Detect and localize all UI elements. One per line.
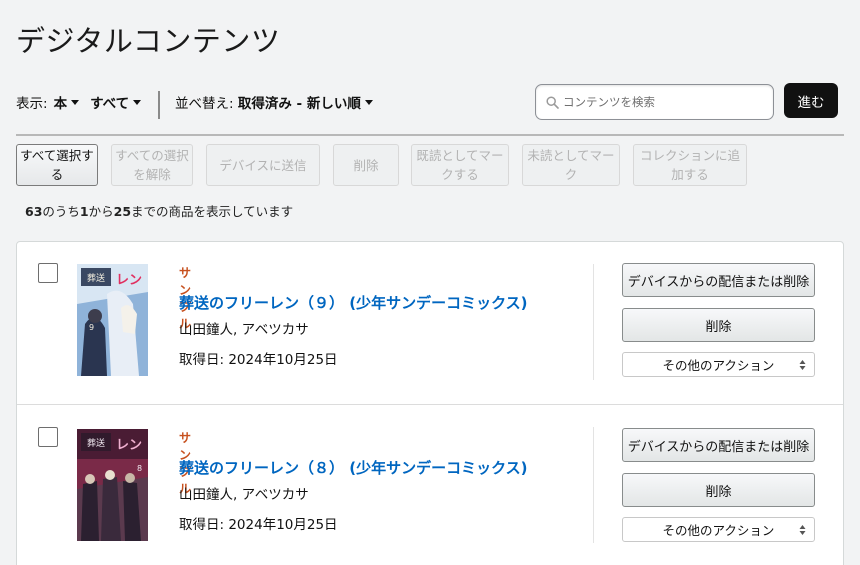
book-title-link[interactable]: 葬送のフリーレン（８） (少年サンデーコミックス) xyxy=(179,457,528,478)
display-label: 表示: xyxy=(16,96,48,112)
sort-dropdown[interactable]: 並べ替え: 取得済み - 新しい順 xyxy=(175,92,373,112)
select-all-button[interactable]: すべて選択する xyxy=(16,144,98,186)
content-row: 葬送 レン 9 サンプル 葬送のフリーレン（９） (少年サンデーコミックス) 山… xyxy=(17,242,843,404)
row-checkbox[interactable] xyxy=(38,427,58,447)
svg-text:8: 8 xyxy=(137,464,142,473)
content-row: 葬送 レン 8 サンプル 葬送のフリーレン（８） (少年サンデーコミックス) 山… xyxy=(17,404,843,565)
cover-art-image: 葬送 レン 9 xyxy=(77,264,148,376)
book-authors: 山田鐘人, アベツカサ xyxy=(179,322,309,338)
mark-unread-button[interactable]: 未読としてマーク xyxy=(522,144,620,186)
acquired-date: 取得日: 2024年10月25日 xyxy=(179,517,338,533)
book-title-link[interactable]: 葬送のフリーレン（９） (少年サンデーコミックス) xyxy=(179,292,528,313)
remove-from-device-button[interactable]: デバイスからの配信または削除 xyxy=(622,263,815,297)
delete-button[interactable]: 削除 xyxy=(622,473,815,507)
bulk-delete-button[interactable]: 削除 xyxy=(333,144,399,186)
more-actions-select[interactable]: その他のアクション xyxy=(622,517,815,542)
sort-label: 並べ替え: xyxy=(175,96,234,112)
content-type-value: 本 xyxy=(53,96,68,112)
scope-dropdown[interactable]: すべて xyxy=(90,92,142,112)
mark-read-button[interactable]: 既読としてマークする xyxy=(411,144,509,186)
scope-value: すべて xyxy=(90,96,130,112)
filter-divider xyxy=(158,91,160,119)
acquired-date: 取得日: 2024年10月25日 xyxy=(179,352,338,368)
content-list: 葬送 レン 9 サンプル 葬送のフリーレン（９） (少年サンデーコミックス) 山… xyxy=(16,241,844,565)
remove-from-device-button[interactable]: デバイスからの配信または削除 xyxy=(622,428,815,462)
sort-value: 取得済み - 新しい順 xyxy=(237,96,361,112)
results-total: 63 xyxy=(25,204,43,219)
book-cover[interactable]: 葬送 レン 9 xyxy=(77,264,148,376)
deselect-all-button[interactable]: すべての選択を解除 xyxy=(111,144,193,186)
book-authors: 山田鐘人, アベツカサ xyxy=(179,487,309,503)
column-divider xyxy=(593,427,594,543)
chevron-down-icon xyxy=(364,99,373,105)
page-title: デジタルコンテンツ xyxy=(16,24,281,58)
more-actions-label: その他のアクション xyxy=(662,523,775,538)
more-actions-label: その他のアクション xyxy=(662,358,775,373)
chevron-down-icon xyxy=(133,99,142,105)
search-go-button[interactable]: 進む xyxy=(784,83,838,118)
svg-text:レン: レン xyxy=(116,438,142,453)
svg-text:9: 9 xyxy=(89,323,94,332)
row-checkbox[interactable] xyxy=(38,263,58,283)
updown-arrows-icon xyxy=(799,360,806,370)
chevron-down-icon xyxy=(71,99,80,105)
search-input[interactable] xyxy=(563,95,763,109)
results-summary: 63のうち1から25までの商品を表示しています xyxy=(25,201,293,220)
more-actions-select[interactable]: その他のアクション xyxy=(622,352,815,377)
send-to-device-button[interactable]: デバイスに送信 xyxy=(206,144,320,186)
toolbar-divider xyxy=(16,134,844,136)
delete-button[interactable]: 削除 xyxy=(622,308,815,342)
svg-text:葬送: 葬送 xyxy=(87,272,105,284)
search-box[interactable] xyxy=(535,84,774,120)
svg-text:葬送: 葬送 xyxy=(87,437,105,449)
cover-art-image: 葬送 レン 8 xyxy=(77,429,148,541)
view-filter: 表示: 本 すべて xyxy=(16,92,142,112)
results-text: のうち xyxy=(42,204,80,219)
results-from: 1 xyxy=(79,204,89,219)
column-divider xyxy=(593,264,594,380)
svg-text:レン: レン xyxy=(116,273,142,288)
results-to: 25 xyxy=(113,204,132,219)
book-cover[interactable]: 葬送 レン 8 xyxy=(77,429,148,541)
results-text: から xyxy=(88,204,114,219)
add-to-collection-button[interactable]: コレクションに追加する xyxy=(633,144,747,186)
content-type-dropdown[interactable]: 本 xyxy=(54,92,80,112)
results-text: までの商品を表示しています xyxy=(131,204,294,219)
updown-arrows-icon xyxy=(799,525,806,535)
search-icon xyxy=(546,95,559,109)
